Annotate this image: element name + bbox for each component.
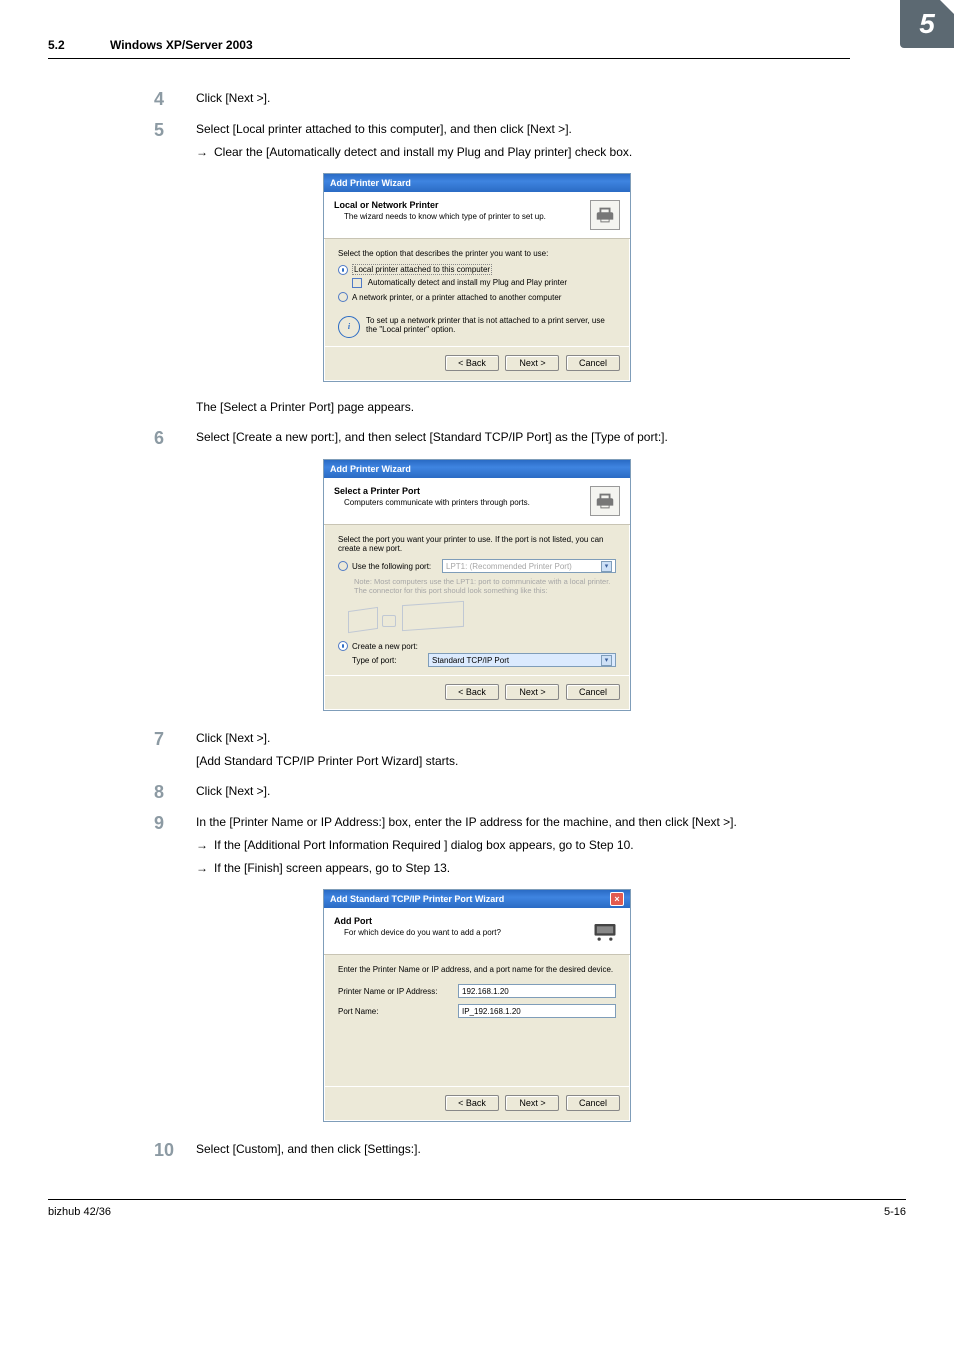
dialog-local-or-network: Add Printer Wizard Local or Network Prin… — [323, 173, 631, 382]
printer-icon — [590, 200, 620, 230]
step-text: Click [Next >]. — [196, 91, 270, 105]
footer-page: 5-16 — [884, 1206, 906, 1218]
dialog-subheading: For which device do you want to add a po… — [334, 928, 590, 937]
checkbox-auto-detect[interactable] — [352, 278, 362, 288]
step-text: Select [Create a new port:], and then se… — [196, 430, 668, 444]
step-text: Select [Local printer attached to this c… — [196, 122, 572, 136]
radio-use-following-port[interactable] — [338, 561, 348, 571]
next-button[interactable]: Next > — [505, 684, 559, 700]
step-number: 7 — [154, 729, 196, 770]
step-7: 7 Click [Next >]. [Add Standard TCP/IP P… — [154, 729, 906, 770]
step-text: In the [Printer Name or IP Address:] box… — [196, 815, 737, 829]
dialog-select-port: Add Printer Wizard Select a Printer Port… — [323, 459, 631, 711]
arrow-icon: → — [196, 836, 214, 855]
back-button[interactable]: < Back — [445, 355, 499, 371]
port-name-label: Port Name: — [338, 1007, 458, 1016]
type-of-port-label: Type of port: — [352, 656, 428, 665]
close-icon[interactable]: × — [610, 892, 624, 906]
step-sub: Clear the [Automatically detect and inst… — [214, 143, 906, 162]
port-icon — [590, 916, 620, 946]
radio-local-printer[interactable] — [338, 265, 348, 275]
section-title: Windows XP/Server 2003 — [110, 38, 253, 52]
back-button[interactable]: < Back — [445, 1095, 499, 1111]
step-number: 9 — [154, 813, 196, 877]
ip-address-label: Printer Name or IP Address: — [338, 987, 458, 996]
cancel-button[interactable]: Cancel — [566, 684, 620, 700]
port-select[interactable]: LPT1: (Recommended Printer Port)▾ — [442, 559, 616, 573]
after-step-5-text: The [Select a Printer Port] page appears… — [196, 400, 906, 414]
back-button[interactable]: < Back — [445, 684, 499, 700]
next-button[interactable]: Next > — [505, 355, 559, 371]
dialog-add-port: Add Standard TCP/IP Printer Port Wizard … — [323, 889, 631, 1122]
step-4: 4 Click [Next >]. — [154, 89, 906, 108]
info-icon: i — [338, 316, 360, 338]
step-9: 9 In the [Printer Name or IP Address:] b… — [154, 813, 906, 877]
dialog-instruction: Select the port you want your printer to… — [338, 535, 616, 553]
step-line2: [Add Standard TCP/IP Printer Port Wizard… — [196, 752, 906, 771]
section-header: 5.2 Windows XP/Server 2003 — [48, 38, 850, 59]
step-number: 6 — [154, 428, 196, 447]
step-sub: If the [Finish] screen appears, go to St… — [214, 859, 906, 878]
step-text: Click [Next >]. — [196, 784, 270, 798]
connector-sketch — [348, 601, 468, 635]
dialog-instruction: Select the option that describes the pri… — [338, 249, 616, 258]
cancel-button[interactable]: Cancel — [566, 355, 620, 371]
radio-label: Use the following port: — [352, 562, 442, 571]
dialog-instruction: Enter the Printer Name or IP address, an… — [338, 965, 616, 974]
radio-create-new-port[interactable] — [338, 641, 348, 651]
section-number: 5.2 — [48, 38, 110, 52]
type-of-port-select[interactable]: Standard TCP/IP Port▾ — [428, 653, 616, 667]
dialog-heading: Local or Network Printer — [334, 200, 590, 210]
printer-icon — [590, 486, 620, 516]
checkbox-label: Automatically detect and install my Plug… — [368, 278, 567, 287]
radio-label: Local printer attached to this computer — [352, 264, 492, 275]
step-sub: If the [Additional Port Information Requ… — [214, 836, 906, 855]
step-5: 5 Select [Local printer attached to this… — [154, 120, 906, 161]
footer-model: bizhub 42/36 — [48, 1206, 111, 1218]
port-note: Note: Most computers use the LPT1: port … — [354, 577, 616, 595]
step-number: 8 — [154, 782, 196, 801]
arrow-icon: → — [196, 143, 214, 162]
step-text: Click [Next >]. — [196, 731, 270, 745]
dialog-subheading: Computers communicate with printers thro… — [334, 498, 590, 507]
dialog-titlebar: Add Standard TCP/IP Printer Port Wizard … — [324, 890, 630, 908]
cancel-button[interactable]: Cancel — [566, 1095, 620, 1111]
chapter-corner: 5 — [900, 0, 954, 48]
radio-network-printer[interactable] — [338, 292, 348, 302]
dialog-heading: Add Port — [334, 916, 590, 926]
ip-address-field[interactable]: 192.168.1.20 — [458, 984, 616, 998]
dialog-titlebar: Add Printer Wizard — [324, 174, 630, 192]
step-text: Select [Custom], and then click [Setting… — [196, 1142, 421, 1156]
step-number: 5 — [154, 120, 196, 161]
step-number: 4 — [154, 89, 196, 108]
radio-label: A network printer, or a printer attached… — [352, 293, 561, 302]
dialog-subheading: The wizard needs to know which type of p… — [334, 212, 590, 221]
dialog-heading: Select a Printer Port — [334, 486, 590, 496]
step-number: 10 — [154, 1140, 196, 1159]
step-10: 10 Select [Custom], and then click [Sett… — [154, 1140, 906, 1159]
radio-label: Create a new port: — [352, 642, 418, 651]
step-8: 8 Click [Next >]. — [154, 782, 906, 801]
page-footer: bizhub 42/36 5-16 — [48, 1199, 906, 1218]
next-button[interactable]: Next > — [505, 1095, 559, 1111]
info-text: To set up a network printer that is not … — [366, 316, 616, 338]
arrow-icon: → — [196, 859, 214, 878]
step-6: 6 Select [Create a new port:], and then … — [154, 428, 906, 447]
dialog-titlebar: Add Printer Wizard — [324, 460, 630, 478]
port-name-field[interactable]: IP_192.168.1.20 — [458, 1004, 616, 1018]
